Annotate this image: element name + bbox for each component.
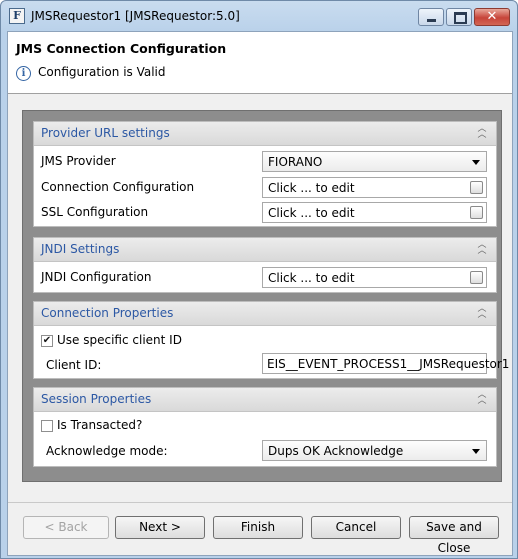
use-client-id-checkbox[interactable]: ✔ bbox=[41, 335, 53, 347]
ack-mode-select[interactable]: Dups OK Acknowledge bbox=[262, 440, 487, 461]
jndi-section-header[interactable]: JNDI Settings ︿ ︿ bbox=[34, 238, 496, 262]
wizard-header: JMS Connection Configuration i Configura… bbox=[8, 32, 512, 94]
cancel-button[interactable]: Cancel bbox=[311, 516, 401, 539]
jndi-config-field[interactable]: Click ... to edit bbox=[262, 267, 487, 288]
app-icon: F bbox=[9, 8, 25, 24]
window-title: JMSRequestor1 [JMSRequestor:5.0] bbox=[31, 9, 240, 23]
title-bar[interactable]: F JMSRequestor1 [JMSRequestor:5.0] ✕ bbox=[1, 1, 517, 31]
use-client-id-label: Use specific client ID bbox=[57, 333, 182, 347]
connection-config-value: Click ... to edit bbox=[268, 181, 355, 195]
double-chevron-up-icon[interactable]: ︿ ︿ bbox=[476, 391, 488, 406]
dialog-window: F JMSRequestor1 [JMSRequestor:5.0] ✕ JMS… bbox=[0, 0, 518, 559]
ssl-config-field[interactable]: Click ... to edit bbox=[262, 202, 487, 223]
jms-provider-label: JMS Provider bbox=[41, 154, 116, 168]
close-icon: ✕ bbox=[486, 9, 498, 24]
section-title: Session Properties bbox=[41, 392, 152, 406]
ellipsis-edit-icon[interactable] bbox=[470, 181, 483, 194]
is-transacted-label: Is Transacted? bbox=[57, 418, 143, 432]
is-transacted-checkbox[interactable] bbox=[41, 420, 53, 432]
session-properties-section: Session Properties ︿ ︿ Is Transacted? Ack… bbox=[33, 387, 497, 467]
ellipsis-edit-icon[interactable] bbox=[470, 271, 483, 284]
next-button[interactable]: Next > bbox=[115, 516, 205, 539]
connection-properties-section-header[interactable]: Connection Properties ︿ ︿ bbox=[34, 302, 496, 326]
section-title: Connection Properties bbox=[41, 306, 174, 320]
client-id-input[interactable]: EIS__EVENT_PROCESS1__JMSRequestor1 bbox=[262, 353, 509, 374]
section-title: JNDI Settings bbox=[41, 242, 120, 256]
minimize-button[interactable] bbox=[418, 8, 444, 26]
save-and-close-button[interactable]: Save and Close bbox=[409, 516, 499, 555]
dropdown-arrow-icon bbox=[472, 449, 480, 454]
connection-config-label: Connection Configuration bbox=[41, 180, 195, 194]
ellipsis-edit-icon[interactable] bbox=[470, 206, 483, 219]
dialog-client-area: JMS Connection Configuration i Configura… bbox=[7, 31, 513, 556]
ack-mode-label: Acknowledge mode: bbox=[46, 444, 168, 458]
jms-provider-select[interactable]: FIORANO bbox=[262, 151, 487, 172]
jndi-section: JNDI Settings ︿ ︿ JNDI Configuration Clic… bbox=[33, 237, 497, 293]
ack-mode-value: Dups OK Acknowledge bbox=[268, 444, 404, 458]
jndi-config-value: Click ... to edit bbox=[268, 271, 355, 285]
session-properties-section-header[interactable]: Session Properties ︿ ︿ bbox=[34, 388, 496, 412]
double-chevron-up-icon[interactable]: ︿ ︿ bbox=[476, 305, 488, 320]
ssl-config-value: Click ... to edit bbox=[268, 206, 355, 220]
back-button[interactable]: < Back bbox=[23, 516, 109, 539]
dropdown-arrow-icon bbox=[472, 160, 480, 165]
finish-button[interactable]: Finish bbox=[213, 516, 303, 539]
client-id-label: Client ID: bbox=[46, 358, 102, 372]
client-id-value: EIS__EVENT_PROCESS1__JMSRequestor1 bbox=[267, 357, 510, 371]
provider-url-section: Provider URL settings ︿ ︿ JMS Provider FI… bbox=[33, 121, 497, 227]
page-title: JMS Connection Configuration bbox=[16, 41, 227, 56]
ssl-config-label: SSL Configuration bbox=[41, 205, 149, 219]
close-button[interactable]: ✕ bbox=[474, 8, 510, 26]
validation-status: Configuration is Valid bbox=[38, 65, 166, 79]
jndi-config-label: JNDI Configuration bbox=[41, 270, 152, 284]
button-bar-separator bbox=[8, 502, 512, 503]
double-chevron-up-icon[interactable]: ︿ ︿ bbox=[476, 125, 488, 140]
provider-url-section-header[interactable]: Provider URL settings ︿ ︿ bbox=[34, 122, 496, 146]
double-chevron-up-icon[interactable]: ︿ ︿ bbox=[476, 241, 488, 256]
configuration-panel: Provider URL settings ︿ ︿ JMS Provider FI… bbox=[22, 110, 509, 482]
section-title: Provider URL settings bbox=[41, 126, 170, 140]
info-icon: i bbox=[16, 66, 31, 81]
maximize-button[interactable] bbox=[446, 8, 472, 26]
connection-properties-section: Connection Properties ︿ ︿ ✔ Use specific … bbox=[33, 301, 509, 379]
connection-config-field[interactable]: Click ... to edit bbox=[262, 177, 487, 198]
jms-provider-value: FIORANO bbox=[268, 155, 323, 169]
